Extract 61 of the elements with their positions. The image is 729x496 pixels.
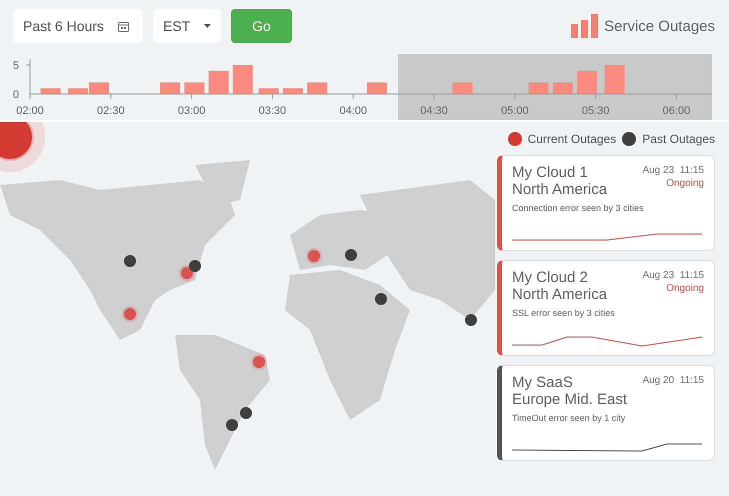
bar: [282, 88, 303, 94]
bar: [307, 82, 328, 94]
legend-label: Current Outages: [528, 132, 616, 146]
calendar-icon: [118, 20, 129, 32]
bar-chart-icon: [571, 14, 598, 38]
timestamp: Aug 23 11:15: [642, 269, 704, 282]
past-outage-marker[interactable]: [240, 407, 252, 419]
bar: [40, 88, 60, 94]
timezone-select[interactable]: EST: [153, 9, 221, 43]
bar: [184, 82, 204, 94]
service-name: My Cloud 1: [512, 164, 589, 181]
axis-label: 5: [12, 60, 19, 72]
axis-label: 03:30: [258, 105, 286, 117]
bar: [160, 82, 180, 94]
legend-label: Past Outages: [642, 132, 715, 146]
region-name: Europe Mid. East: [512, 391, 628, 408]
service-name: My SaaS: [512, 374, 574, 391]
bar: [208, 70, 229, 94]
past-outage-marker[interactable]: [375, 293, 387, 305]
past-outage-marker[interactable]: [189, 260, 201, 272]
bar: [452, 82, 473, 94]
outage-card[interactable]: My Cloud 2 North America Aug 23 11:15 Ongoing SSL error seen by 3 cities: [497, 260, 715, 356]
past-outage-marker[interactable]: [124, 255, 136, 267]
bar: [232, 65, 253, 94]
region-name: North America: [512, 181, 608, 198]
axis-label: 05:00: [501, 105, 529, 117]
past-outage-marker[interactable]: [345, 249, 357, 261]
status-label: Ongoing: [666, 177, 704, 190]
axis-label: 03:00: [178, 105, 206, 117]
current-outage-marker[interactable]: [251, 354, 267, 370]
timestamp: Aug 20 11:15: [642, 374, 704, 387]
axis-label: 06:00: [662, 105, 690, 117]
past-outage-marker[interactable]: [226, 419, 238, 431]
current-outage-marker[interactable]: [0, 122, 46, 172]
current-outage-marker[interactable]: [122, 306, 138, 322]
error-description: SSL error seen by 3 cities: [512, 308, 616, 318]
past-outage-marker[interactable]: [465, 314, 477, 326]
bar: [528, 82, 549, 94]
bar: [604, 65, 625, 94]
region-name: North America: [512, 286, 608, 303]
axis-label: 05:30: [582, 105, 610, 117]
caret-icon: [204, 23, 211, 29]
axis-label: 04:00: [339, 105, 367, 117]
axis-label: 0: [12, 89, 19, 101]
axis-label: 02:30: [97, 105, 125, 117]
error-description: TimeOut error seen by 1 city: [512, 413, 626, 423]
outage-card[interactable]: My SaaS Europe Mid. East Aug 20 11:15 TimeOut error seen by 1 city: [497, 365, 715, 461]
bar: [258, 88, 279, 94]
app-title: Service Outages: [604, 18, 715, 34]
date-range-field[interactable]: Past 6 Hours: [13, 9, 143, 43]
current-outage-marker[interactable]: [306, 248, 322, 264]
outage-card[interactable]: My Cloud 1 North America Aug 23 11:15 Ongoing Connection error seen by 3 cities: [497, 155, 715, 251]
bar: [577, 70, 598, 94]
bar: [366, 82, 387, 94]
status-label: Ongoing: [666, 282, 704, 295]
axis-label: 04:30: [420, 105, 448, 117]
y-axis: [26, 58, 30, 94]
error-description: Connection error seen by 3 cities: [512, 203, 645, 213]
timestamp: Aug 23 11:15: [642, 164, 704, 177]
service-name: My Cloud 2: [512, 269, 589, 286]
axis-label: 02:00: [16, 105, 44, 117]
